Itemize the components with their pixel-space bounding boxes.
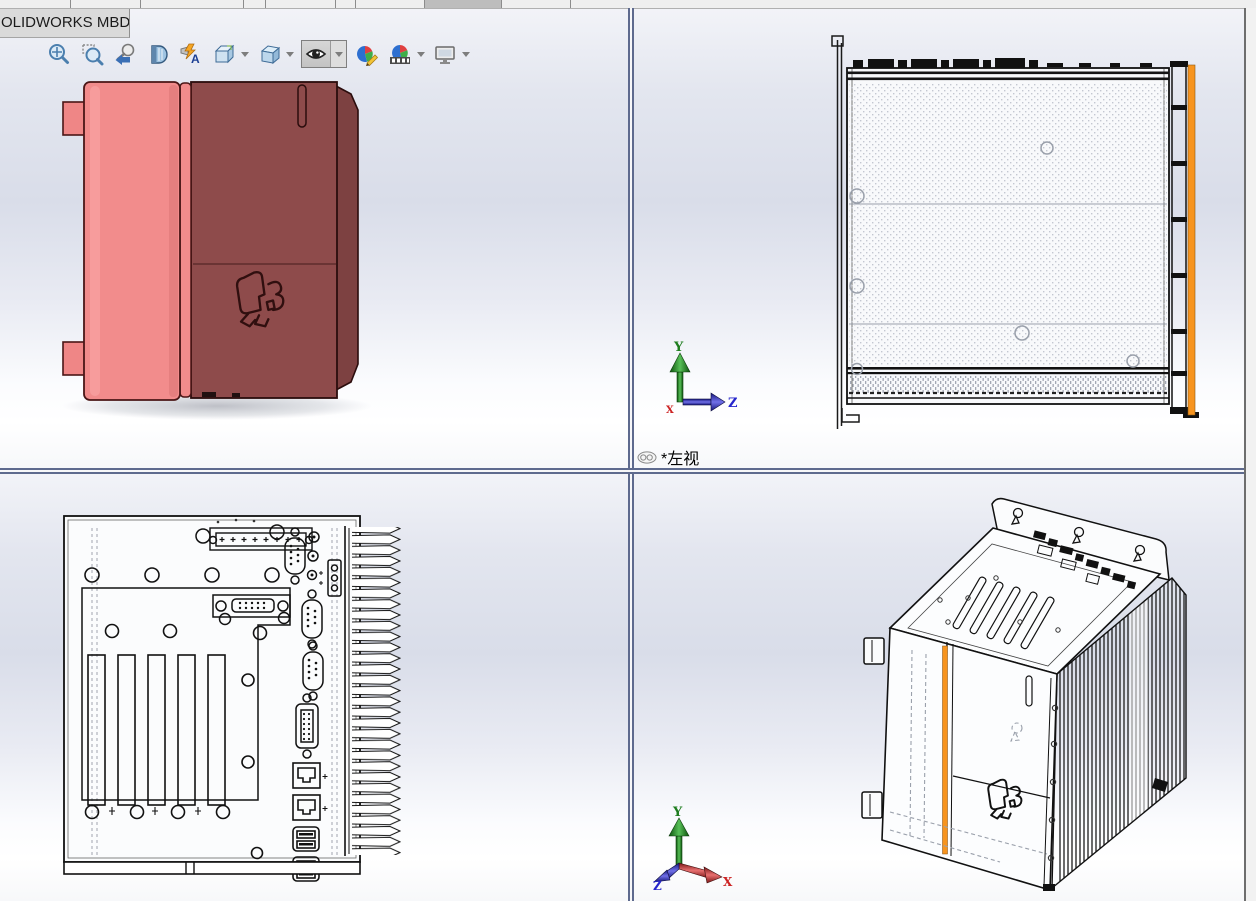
shaded-model-front[interactable] — [52, 72, 382, 437]
view-label[interactable]: *左视 — [637, 445, 699, 469]
chevron-down-icon[interactable] — [241, 51, 249, 57]
orange-accent-strip — [942, 645, 948, 855]
viewport-splitter-horizontal[interactable] — [0, 468, 1244, 474]
svg-text:Y: Y — [673, 340, 684, 355]
wireframe-rear-view[interactable] — [40, 480, 620, 901]
active-tab-edge — [424, 0, 502, 8]
orange-accent-strip — [1187, 64, 1196, 416]
chevron-down-icon[interactable] — [462, 51, 470, 57]
view-orientation-icon[interactable] — [211, 41, 237, 67]
viewport-splitter-vertical[interactable] — [628, 8, 634, 901]
section-view-icon[interactable] — [145, 41, 171, 67]
view-label-text: *左视 — [661, 451, 700, 468]
heads-up-toolbar: A — [46, 40, 470, 68]
chevron-down-icon[interactable] — [286, 51, 294, 57]
view-indicator-icon — [637, 450, 657, 464]
previous-view-icon[interactable] — [112, 41, 138, 67]
svg-text:Y: Y — [672, 806, 683, 820]
svg-text:X: X — [723, 875, 733, 889]
svg-text:Z: Z — [728, 396, 738, 411]
edit-appearance-icon[interactable] — [354, 41, 380, 67]
axis-triad: Y X Z — [666, 340, 738, 414]
3d-drawing-view-icon[interactable]: A — [178, 41, 204, 67]
tab-solidworks-mbd[interactable]: OLIDWORKS MBD — [0, 9, 130, 38]
wireframe-isometric-view[interactable] — [850, 480, 1250, 901]
svg-text:A: A — [191, 52, 200, 66]
svg-text:X: X — [666, 405, 674, 414]
svg-text:Z: Z — [653, 879, 662, 890]
chevron-down-icon[interactable] — [331, 41, 346, 67]
view-settings-icon[interactable] — [432, 41, 458, 67]
chevron-down-icon[interactable] — [417, 51, 425, 57]
hide-show-items-button[interactable] — [301, 40, 347, 68]
apply-scene-icon[interactable] — [387, 41, 413, 67]
eye-icon[interactable] — [302, 41, 331, 67]
display-style-icon[interactable] — [256, 41, 282, 67]
zoom-to-fit-icon[interactable] — [46, 41, 72, 67]
zoom-to-area-icon[interactable] — [79, 41, 105, 67]
axis-triad: Y X Z — [653, 806, 733, 890]
